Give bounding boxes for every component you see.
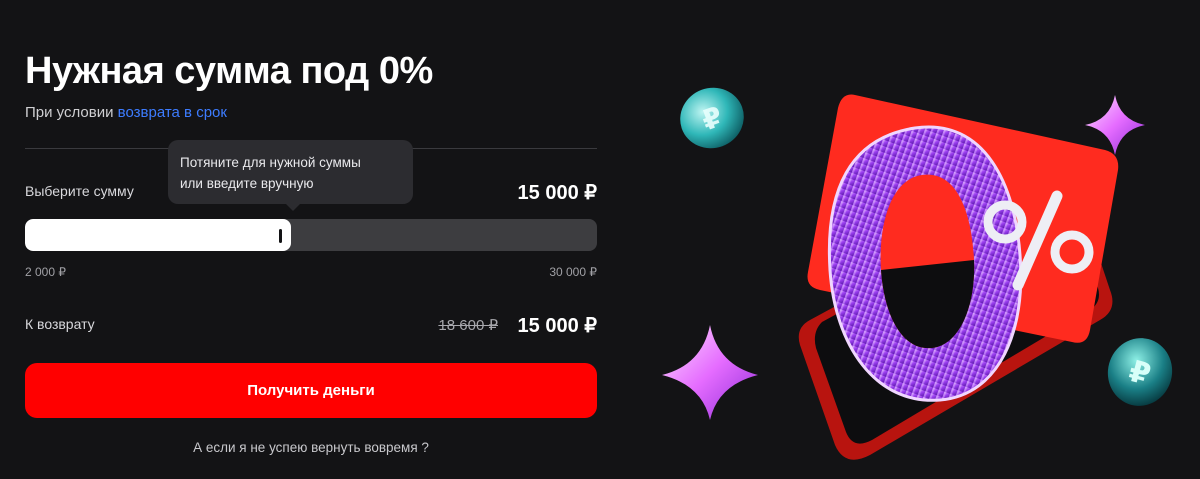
repayment-terms-link[interactable]: возврата в срок bbox=[118, 104, 227, 121]
ruble-coin-top-icon: ₽ bbox=[680, 87, 744, 149]
zero-digit-graphic bbox=[827, 125, 1023, 402]
get-money-button[interactable]: Получить деньги bbox=[25, 363, 597, 418]
tooltip-line-1: Потяните для нужной суммы bbox=[180, 155, 361, 170]
slider-min-label: 2 000 ₽ bbox=[25, 265, 66, 279]
amount-slider-handle[interactable] bbox=[279, 229, 282, 243]
sparkle-top-icon bbox=[1085, 95, 1145, 155]
repayment-amount: 15 000 ₽ bbox=[517, 315, 597, 337]
repayment-label: К возврату bbox=[25, 316, 95, 332]
loan-calculator: Нужная сумма под 0% При условии возврата… bbox=[25, 0, 597, 479]
selected-amount[interactable]: 15 000 ₽ bbox=[518, 180, 597, 205]
tooltip-line-2: или введите вручную bbox=[180, 176, 314, 191]
late-repayment-link[interactable]: А если я не успею вернуть вовремя ? bbox=[25, 440, 597, 455]
amount-slider[interactable] bbox=[25, 219, 597, 251]
subtitle: При условии возврата в срок bbox=[25, 104, 227, 121]
subtitle-text: При условии bbox=[25, 104, 114, 121]
sparkle-bottom-icon bbox=[662, 325, 758, 420]
ruble-coin-bottom-icon: ₽ bbox=[1107, 338, 1173, 406]
old-repayment-amount: 18 600 ₽ bbox=[438, 317, 498, 334]
page-title: Нужная сумма под 0% bbox=[25, 50, 433, 92]
promo-illustration: ₽ ₽ bbox=[662, 87, 1173, 460]
slider-hint-tooltip: Потяните для нужной суммы или введите вр… bbox=[168, 140, 413, 211]
amount-slider-fill bbox=[25, 219, 291, 251]
select-amount-label: Выберите сумму bbox=[25, 183, 134, 199]
slider-max-label: 30 000 ₽ bbox=[549, 265, 597, 279]
